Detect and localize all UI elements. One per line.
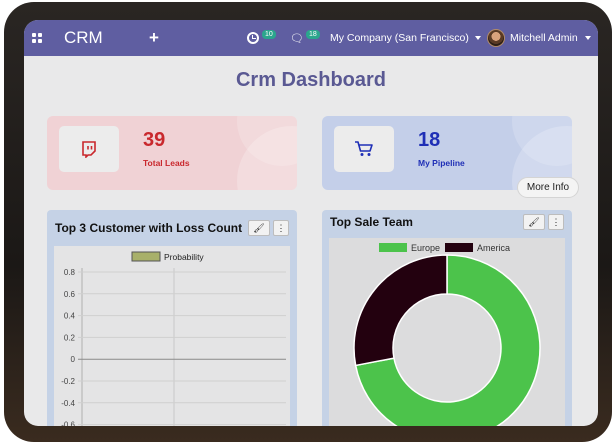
y-tick-label: -0.6 <box>61 421 75 426</box>
donut-chart: Europe America <box>353 243 541 426</box>
brush-button[interactable]: 🖌 <box>248 220 270 236</box>
donut-slice-america <box>353 254 448 367</box>
legend-label: Europe <box>411 243 440 253</box>
more-vertical-icon: ⋮ <box>551 216 561 227</box>
chat-icon: 🗨 <box>290 32 304 45</box>
brush-button[interactable]: 🖌 <box>523 214 545 230</box>
device-frame: CRM + 10 🗨 18 My Company (San Francisco)… <box>0 0 614 444</box>
y-tick-label: 0.8 <box>64 268 76 277</box>
twitch-chat-icon <box>82 141 96 158</box>
legend-label: Probability <box>164 252 204 262</box>
legend-label: America <box>477 243 510 253</box>
panel-title: Top Sale Team <box>330 215 413 229</box>
kpi-icon-box <box>59 126 119 172</box>
y-tick-label: 0.2 <box>64 333 76 342</box>
apps-menu-icon[interactable] <box>32 20 46 56</box>
panel-title: Top 3 Customer with Loss Count <box>55 221 243 235</box>
quick-create-button[interactable]: + <box>149 20 159 56</box>
kpi-value: 39 <box>143 129 166 151</box>
loss-count-panel: Top 3 Customer with Loss Count 🖌 ⋮ Proba… <box>47 210 297 426</box>
more-options-button[interactable]: ⋮ <box>273 220 289 236</box>
line-chart: Probability 0.8 0.6 0.4 0.2 0 -0.2 -0.4 -0.6 <box>61 251 286 426</box>
activities-button[interactable]: 10 <box>247 20 276 56</box>
more-vertical-icon: ⋮ <box>276 222 286 233</box>
app-brand[interactable]: CRM <box>64 20 103 56</box>
y-tick-label: -0.2 <box>61 377 75 386</box>
kpi-label: Total Leads <box>143 158 190 168</box>
y-tick-label: -0.4 <box>61 399 75 408</box>
caret-down-icon <box>584 36 591 40</box>
cart-icon <box>355 141 373 156</box>
brush-icon: 🖌 <box>528 216 540 227</box>
y-tick-label: 0 <box>71 355 76 364</box>
caret-down-icon <box>474 36 481 40</box>
messages-button[interactable]: 🗨 18 <box>290 20 320 56</box>
user-name: Mitchell Admin <box>510 32 578 44</box>
top-navbar: CRM + 10 🗨 18 My Company (San Francisco)… <box>24 20 598 56</box>
messages-badge: 18 <box>305 29 320 39</box>
line-chart-area: Probability 0.8 0.6 0.4 0.2 0 -0.2 -0.4 -0.6 <box>54 246 290 426</box>
user-menu[interactable]: Mitchell Admin <box>487 20 591 56</box>
kpi-total-leads[interactable]: 39 Total Leads <box>47 116 297 190</box>
avatar <box>487 29 505 47</box>
legend-swatch <box>379 243 407 252</box>
donut-chart-area: Europe America <box>329 238 565 426</box>
company-switcher[interactable]: My Company (San Francisco) <box>330 20 481 56</box>
kpi-icon-box <box>334 126 394 172</box>
page-title: Crm Dashboard <box>235 69 387 91</box>
legend-swatch <box>445 243 473 252</box>
more-options-button[interactable]: ⋮ <box>548 214 564 230</box>
y-tick-label: 0.6 <box>64 290 76 299</box>
more-info-button[interactable]: More Info <box>517 177 579 198</box>
legend-swatch <box>131 251 161 262</box>
sale-team-panel: Top Sale Team 🖌 ⋮ Europe America <box>322 210 572 426</box>
kpi-label: My Pipeline <box>418 158 465 168</box>
brush-icon: 🖌 <box>253 222 265 233</box>
activities-badge: 10 <box>262 29 276 39</box>
company-name: My Company (San Francisco) <box>330 32 469 44</box>
tablet-bezel: CRM + 10 🗨 18 My Company (San Francisco)… <box>4 2 612 442</box>
clock-icon <box>247 32 259 44</box>
app-screen: CRM + 10 🗨 18 My Company (San Francisco)… <box>24 20 598 426</box>
kpi-value: 18 <box>418 129 441 151</box>
y-tick-label: 0.4 <box>64 312 76 321</box>
